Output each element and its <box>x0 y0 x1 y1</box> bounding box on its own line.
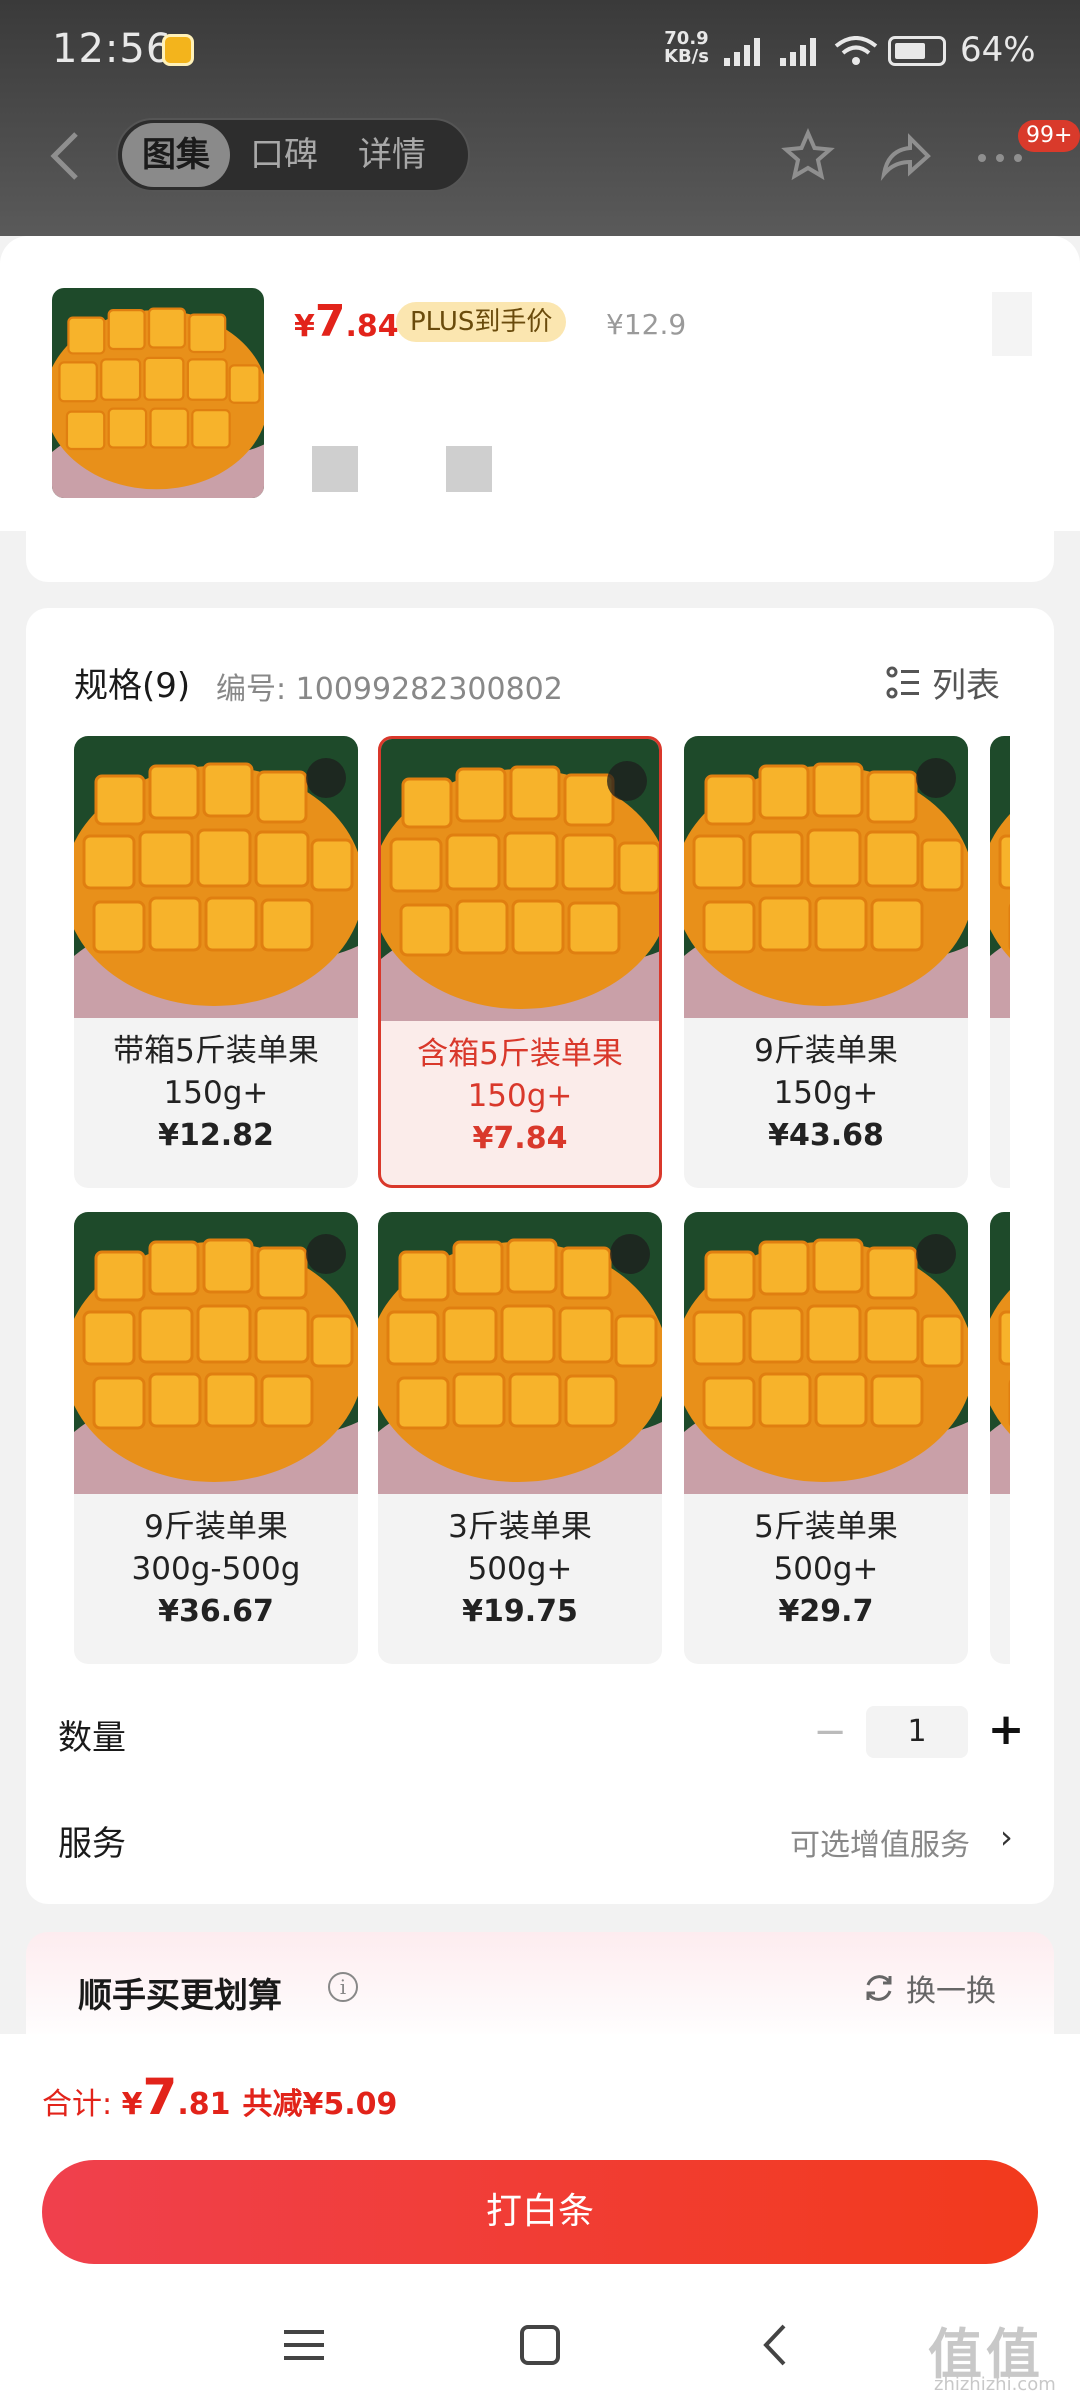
expand-icon[interactable] <box>916 758 956 798</box>
service-option-link[interactable]: 可选增值服务 <box>790 1820 970 1864</box>
savings-amount: 共减¥5.09 <box>242 2087 398 2122</box>
list-icon <box>886 666 919 698</box>
quantity-input[interactable]: 1 <box>866 1706 968 1758</box>
sku-name: 9斤装单果 300g-500g <box>131 1509 301 1587</box>
list-toggle-label: 列表 <box>932 666 1000 706</box>
sku-price: ¥12.82 <box>158 1118 274 1153</box>
expand-icon[interactable] <box>607 761 647 801</box>
network-speed: 70.9 KB/s <box>664 28 709 67</box>
refresh-button[interactable]: 换一换 <box>862 1966 996 2010</box>
home-nav-icon[interactable] <box>512 2320 568 2370</box>
notification-app-icon <box>162 34 194 66</box>
sku-price: ¥29.7 <box>778 1594 874 1629</box>
tab-gallery[interactable]: 图集 <box>122 123 230 187</box>
product-thumbnail[interactable] <box>52 288 264 498</box>
sku-name: 9斤装单果 150g+ <box>754 1033 898 1111</box>
blurred-content <box>992 292 1032 356</box>
spec-title: 规格(9) <box>74 666 191 706</box>
expand-icon[interactable] <box>916 1234 956 1274</box>
product-code: 编号: 10099282300802 <box>216 672 563 707</box>
expand-icon[interactable] <box>610 1234 650 1274</box>
battery-icon <box>888 36 946 66</box>
sku-option[interactable]: 9斤装单果 300g-500g ¥36.67 <box>74 1212 358 1664</box>
quantity-label: 数量 <box>58 1718 126 1758</box>
sku-price: ¥43.68 <box>768 1118 884 1153</box>
wifi-icon <box>834 36 878 65</box>
sku-option[interactable]: 带箱5斤装单果 150g+ ¥12.82 <box>74 736 358 1188</box>
info-icon[interactable]: i <box>328 1972 358 2002</box>
quantity-increment-button[interactable]: + <box>984 1708 1028 1752</box>
refresh-label: 换一换 <box>906 1974 996 2009</box>
message-badge: 99+ <box>1018 120 1080 152</box>
status-bar: 12:56 70.9 KB/s 64% <box>0 0 1080 100</box>
combo-title: 顺手买更划算 <box>78 1976 282 2016</box>
sku-option-peek[interactable] <box>990 736 1010 1188</box>
sku-name: 3斤装单果 500g+ <box>448 1509 592 1587</box>
sku-option[interactable]: 3斤装单果 500g+ ¥19.75 <box>378 1212 662 1664</box>
total-price: 合计: ¥7.81 共减¥5.09 <box>42 2068 398 2126</box>
sku-name: 5斤装单果 500g+ <box>754 1509 898 1587</box>
expand-icon[interactable] <box>306 758 346 798</box>
status-time: 12:56 <box>52 26 173 72</box>
original-price: ¥12.9 <box>606 308 687 341</box>
blurred-content <box>446 446 492 492</box>
current-price: ¥7.84 <box>294 296 399 347</box>
sku-name: 带箱5斤装单果 150g+ <box>113 1033 319 1111</box>
list-view-toggle[interactable]: 列表 <box>886 658 1000 707</box>
sku-price: ¥19.75 <box>462 1594 578 1629</box>
service-label: 服务 <box>58 1824 126 1864</box>
tab-reviews[interactable]: 口碑 <box>230 123 338 187</box>
chevron-right-icon[interactable]: › <box>1000 1818 1013 1856</box>
sku-price: ¥7.84 <box>472 1121 568 1156</box>
blurred-content <box>312 446 358 492</box>
gallery-tabs: 图集 口碑 详情 <box>116 118 470 192</box>
sku-option[interactable]: 5斤装单果 500g+ ¥29.7 <box>684 1212 968 1664</box>
sku-price: ¥36.67 <box>158 1594 274 1629</box>
refresh-icon <box>866 1975 892 2001</box>
pay-with-baitiao-button[interactable]: 打白条 <box>42 2160 1038 2264</box>
battery-percent: 64% <box>960 30 1036 70</box>
quantity-decrement-button[interactable]: − <box>812 1712 848 1752</box>
back-nav-icon[interactable] <box>748 2320 804 2370</box>
plus-price-tag: PLUS到手价 <box>396 302 567 342</box>
sku-option-selected[interactable]: 含箱5斤装单果 150g+ ¥7.84 <box>378 736 662 1188</box>
cellular-signal-2-icon <box>780 38 816 66</box>
share-icon[interactable] <box>876 128 932 184</box>
menu-nav-icon[interactable] <box>276 2320 332 2370</box>
sku-option-peek[interactable] <box>990 1212 1010 1664</box>
back-icon[interactable] <box>44 128 92 184</box>
star-icon[interactable] <box>780 128 836 184</box>
cellular-signal-icon <box>724 38 760 66</box>
sku-name: 含箱5斤装单果 150g+ <box>417 1036 623 1114</box>
system-nav-bar <box>0 2290 1080 2400</box>
expand-icon[interactable] <box>306 1234 346 1274</box>
watermark-domain: zhizhizhi.com <box>934 2374 1056 2395</box>
tab-details[interactable]: 详情 <box>338 123 446 187</box>
sku-option[interactable]: 9斤装单果 150g+ ¥43.68 <box>684 736 968 1188</box>
